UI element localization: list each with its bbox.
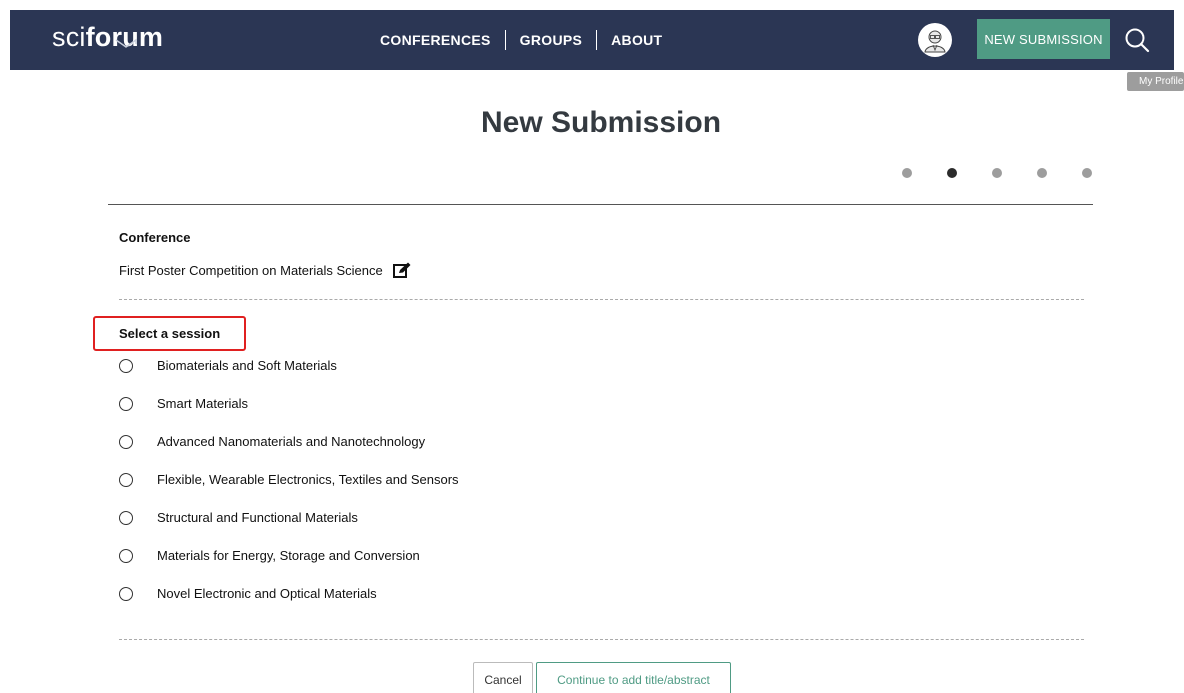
step-indicator xyxy=(902,168,1127,178)
cancel-button[interactable]: Cancel xyxy=(473,662,533,693)
radio-button[interactable] xyxy=(119,435,133,449)
step-dot xyxy=(1037,168,1047,178)
dashed-divider xyxy=(119,299,1084,300)
session-option-label: Biomaterials and Soft Materials xyxy=(157,358,337,373)
section-divider xyxy=(108,204,1093,205)
profile-tooltip: My Profile xyxy=(1127,72,1184,91)
conference-label: Conference xyxy=(119,230,191,245)
sciforum-logo[interactable]: sciforum xyxy=(52,22,163,53)
nav-divider xyxy=(504,30,506,50)
continue-button[interactable]: Continue to add title/abstract xyxy=(536,662,731,693)
radio-button[interactable] xyxy=(119,473,133,487)
nav-about[interactable]: ABOUT xyxy=(611,32,662,48)
session-option-label: Novel Electronic and Optical Materials xyxy=(157,586,377,601)
radio-button[interactable] xyxy=(119,397,133,411)
session-option-label: Structural and Functional Materials xyxy=(157,510,358,525)
main-nav: CONFERENCES GROUPS ABOUT xyxy=(380,30,662,50)
logo-text-sci: sci xyxy=(52,22,86,52)
dashed-divider xyxy=(119,639,1084,640)
session-option[interactable]: Smart Materials xyxy=(119,395,459,433)
session-options: Biomaterials and Soft Materials Smart Ma… xyxy=(119,357,459,623)
profile-avatar[interactable] xyxy=(918,23,952,57)
nav-groups[interactable]: GROUPS xyxy=(520,32,582,48)
session-option-label: Flexible, Wearable Electronics, Textiles… xyxy=(157,472,459,487)
conference-value-row: First Poster Competition on Materials Sc… xyxy=(119,262,411,278)
session-option[interactable]: Materials for Energy, Storage and Conver… xyxy=(119,547,459,585)
session-option[interactable]: Biomaterials and Soft Materials xyxy=(119,357,459,395)
session-option-label: Materials for Energy, Storage and Conver… xyxy=(157,548,420,563)
radio-button[interactable] xyxy=(119,549,133,563)
step-dot xyxy=(992,168,1002,178)
session-option-label: Advanced Nanomaterials and Nanotechnolog… xyxy=(157,434,426,449)
session-option[interactable]: Structural and Functional Materials xyxy=(119,509,459,547)
search-icon[interactable] xyxy=(1123,26,1151,54)
nav-conferences[interactable]: CONFERENCES xyxy=(380,32,491,48)
step-dot xyxy=(1082,168,1092,178)
navbar: sciforum CONFERENCES GROUPS ABOUT NEW SU… xyxy=(10,10,1174,70)
new-submission-button[interactable]: NEW SUBMISSION xyxy=(977,19,1110,59)
session-option[interactable]: Advanced Nanomaterials and Nanotechnolog… xyxy=(119,433,459,471)
page-title: New Submission xyxy=(480,106,722,139)
radio-button[interactable] xyxy=(119,511,133,525)
radio-button[interactable] xyxy=(119,359,133,373)
user-avatar-icon xyxy=(924,30,946,53)
conference-name: First Poster Competition on Materials Sc… xyxy=(119,262,383,278)
session-option-label: Smart Materials xyxy=(157,396,249,411)
radio-button[interactable] xyxy=(119,587,133,601)
edit-icon[interactable] xyxy=(392,262,411,278)
nav-divider xyxy=(596,30,598,50)
logo-arrow-icon xyxy=(115,38,137,48)
top-bar: sciforum CONFERENCES GROUPS ABOUT NEW SU… xyxy=(0,0,1184,70)
session-option[interactable]: Novel Electronic and Optical Materials xyxy=(119,585,459,623)
step-dot-active xyxy=(947,168,957,178)
session-option[interactable]: Flexible, Wearable Electronics, Textiles… xyxy=(119,471,459,509)
session-label: Select a session xyxy=(119,326,221,341)
step-dot xyxy=(902,168,912,178)
